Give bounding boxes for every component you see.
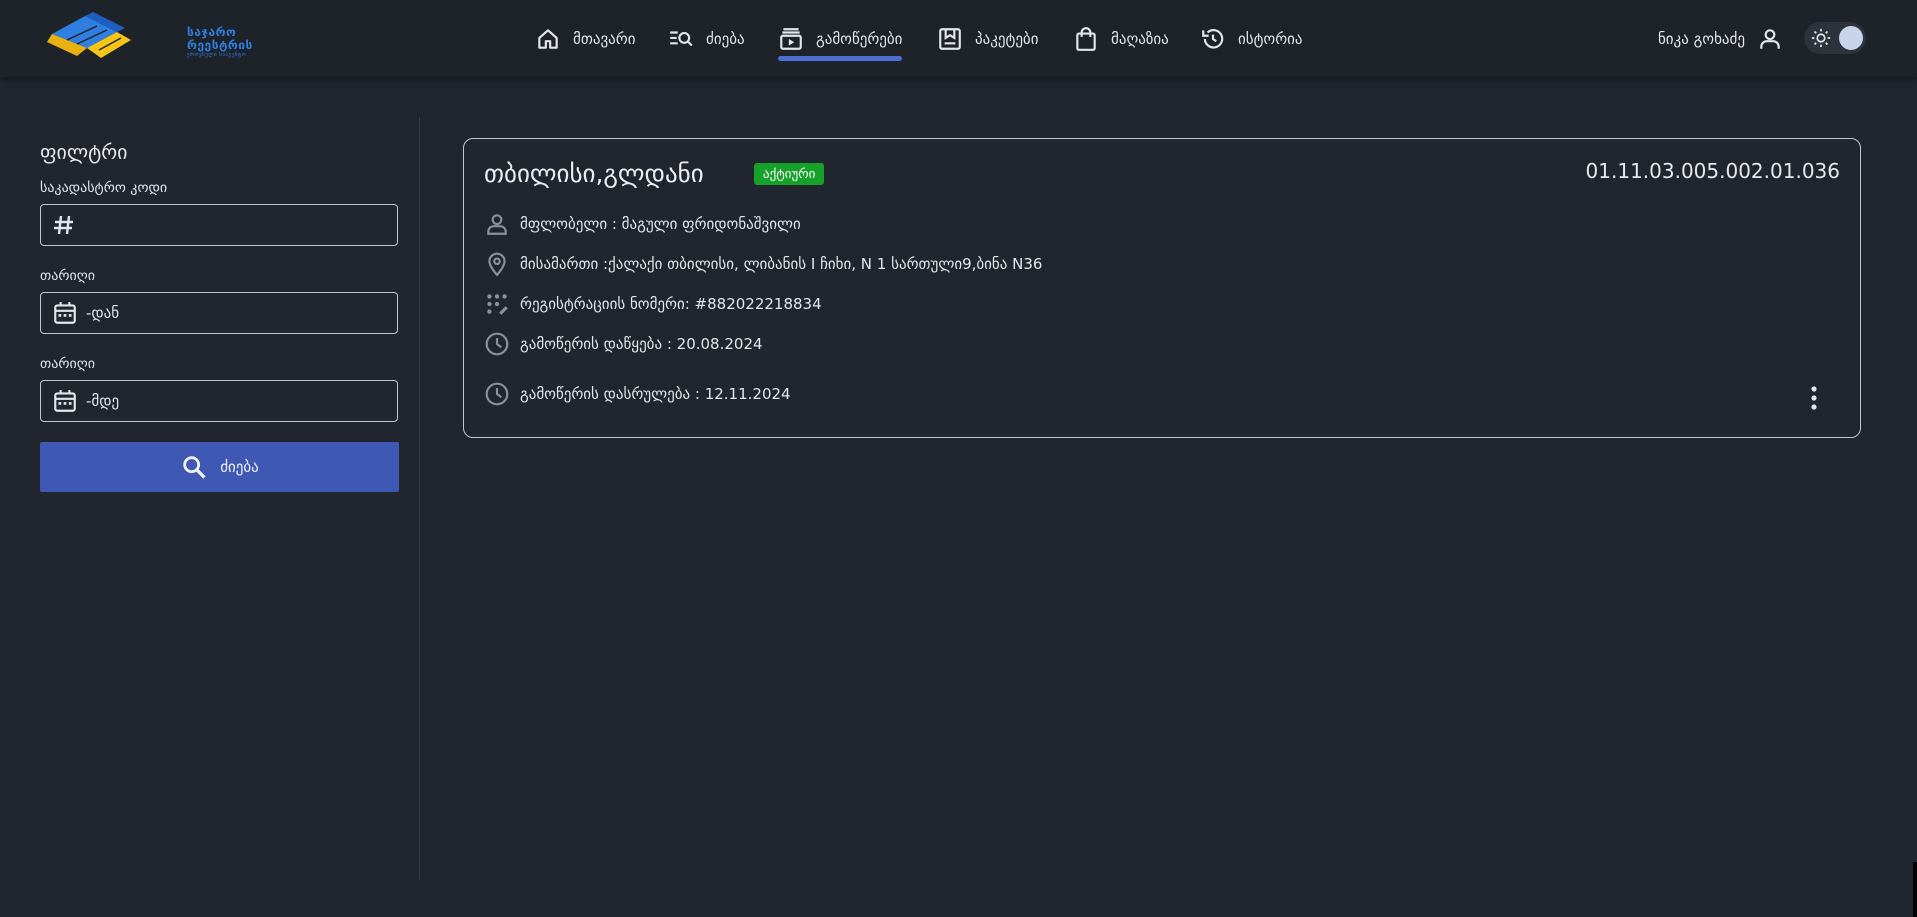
registration-row: რეგისტრაციის ნომერი: #882022218834	[484, 291, 822, 317]
location-pin-icon	[488, 252, 506, 277]
sun-icon	[1811, 28, 1831, 48]
theme-toggle-knob[interactable]	[1839, 26, 1863, 50]
history-icon	[1202, 28, 1224, 49]
person-icon	[487, 214, 507, 235]
logo-mark-icon	[47, 12, 131, 58]
end-date-text: გამოწერის დასრულება : 12.11.2024	[520, 385, 791, 403]
owner-row: მფლობელი : მაგული ფრიდონაშვილი	[484, 211, 801, 237]
nav-item-search[interactable]: ძიება	[668, 0, 745, 77]
status-badge: აქტიური	[754, 163, 825, 185]
nav-item-label: ისტორია	[1238, 29, 1303, 48]
shopping-bag-icon	[1076, 26, 1096, 51]
nav-item-label: ძიება	[706, 29, 745, 48]
search-list-icon	[670, 30, 693, 46]
calendar-icon	[54, 302, 76, 324]
start-date-text: გამოწერის დაწყება : 20.08.2024	[520, 335, 763, 353]
logo[interactable]: საჯარო რეესტრის ეროვნული სააგენტო	[47, 12, 252, 64]
more-options-icon[interactable]	[1804, 384, 1824, 412]
logo-line-2: რეესტრის	[187, 38, 253, 52]
search-icon	[183, 456, 206, 479]
panel-divider	[419, 117, 420, 880]
nav-item-home[interactable]: მთავარი	[535, 0, 635, 77]
user-icon	[1760, 28, 1780, 49]
date-to-input[interactable]: -მდე	[40, 380, 398, 422]
end-date-row: გამოწერის დასრულება : 12.11.2024	[484, 381, 791, 407]
active-tab-indicator	[778, 56, 903, 61]
cadastral-code-label: საკადასტრო კოდი	[40, 180, 168, 196]
user-name: ნიკა გოხაძე	[1657, 29, 1745, 48]
card-title: თბილისი,გლდანი	[484, 159, 704, 188]
user-menu[interactable]: ნიკა გოხაძე	[1658, 0, 1783, 77]
nav-item-subscriptions[interactable]: გამოწერები	[778, 0, 903, 77]
date-from-input[interactable]: -დან	[40, 292, 398, 334]
date-to-label: თარიღი	[40, 356, 95, 372]
window-edge	[1913, 862, 1917, 917]
calendar-icon	[54, 390, 76, 412]
filter-panel: ფილტრი საკადასტრო კოდი თარიღი -დან თარიღ…	[40, 118, 400, 492]
dial-pad-icon	[487, 294, 508, 315]
owner-text: მფლობელი : მაგული ფრიდონაშვილი	[520, 215, 801, 233]
clock-icon	[485, 382, 509, 406]
logo-line-3: ეროვნული სააგენტო	[187, 52, 247, 58]
address-text: მისამართი :ქალაქი თბილისი, ლიბანის I ჩიხ…	[520, 255, 1043, 273]
hash-icon	[54, 215, 73, 235]
nav-item-packages[interactable]: პაკეტები	[937, 0, 1038, 77]
nav-item-label: გამოწერები	[816, 29, 903, 48]
date-from-placeholder: -დან	[86, 304, 120, 322]
date-from-label: თარიღი	[40, 268, 95, 284]
theme-toggle[interactable]	[1804, 22, 1866, 54]
logo-text: საჯარო რეესტრის ეროვნული სააგენტო	[187, 26, 253, 59]
nav-item-history[interactable]: ისტორია	[1200, 0, 1303, 77]
search-button-label: ძიება	[220, 458, 259, 476]
package-icon	[939, 27, 961, 50]
nav-item-shop[interactable]: მაღაზია	[1073, 0, 1169, 77]
top-bar: საჯარო რეესტრის ეროვნული სააგენტო მთავარ…	[0, 0, 1917, 77]
nav-item-label: პაკეტები	[975, 29, 1039, 48]
date-to-placeholder: -მდე	[86, 392, 120, 410]
cadastral-code-input[interactable]	[40, 204, 398, 246]
clock-icon	[485, 332, 509, 356]
subscription-card[interactable]: თბილისი,გლდანი აქტიური 01.11.03.005.002.…	[463, 138, 1861, 438]
filter-title: ფილტრი	[40, 140, 128, 164]
home-icon	[538, 28, 558, 49]
address-row: მისამართი :ქალაქი თბილისი, ლიბანის I ჩიხ…	[484, 251, 1042, 277]
start-date-row: გამოწერის დაწყება : 20.08.2024	[484, 331, 763, 357]
search-button[interactable]: ძიება	[40, 442, 399, 492]
nav-item-label: მთავარი	[573, 29, 636, 48]
subscriptions-icon	[780, 27, 802, 50]
cadastral-code: 01.11.03.005.002.01.036	[1585, 159, 1840, 183]
nav-item-label: მაღაზია	[1111, 29, 1169, 48]
registration-text: რეგისტრაციის ნომერი: #882022218834	[520, 295, 822, 313]
